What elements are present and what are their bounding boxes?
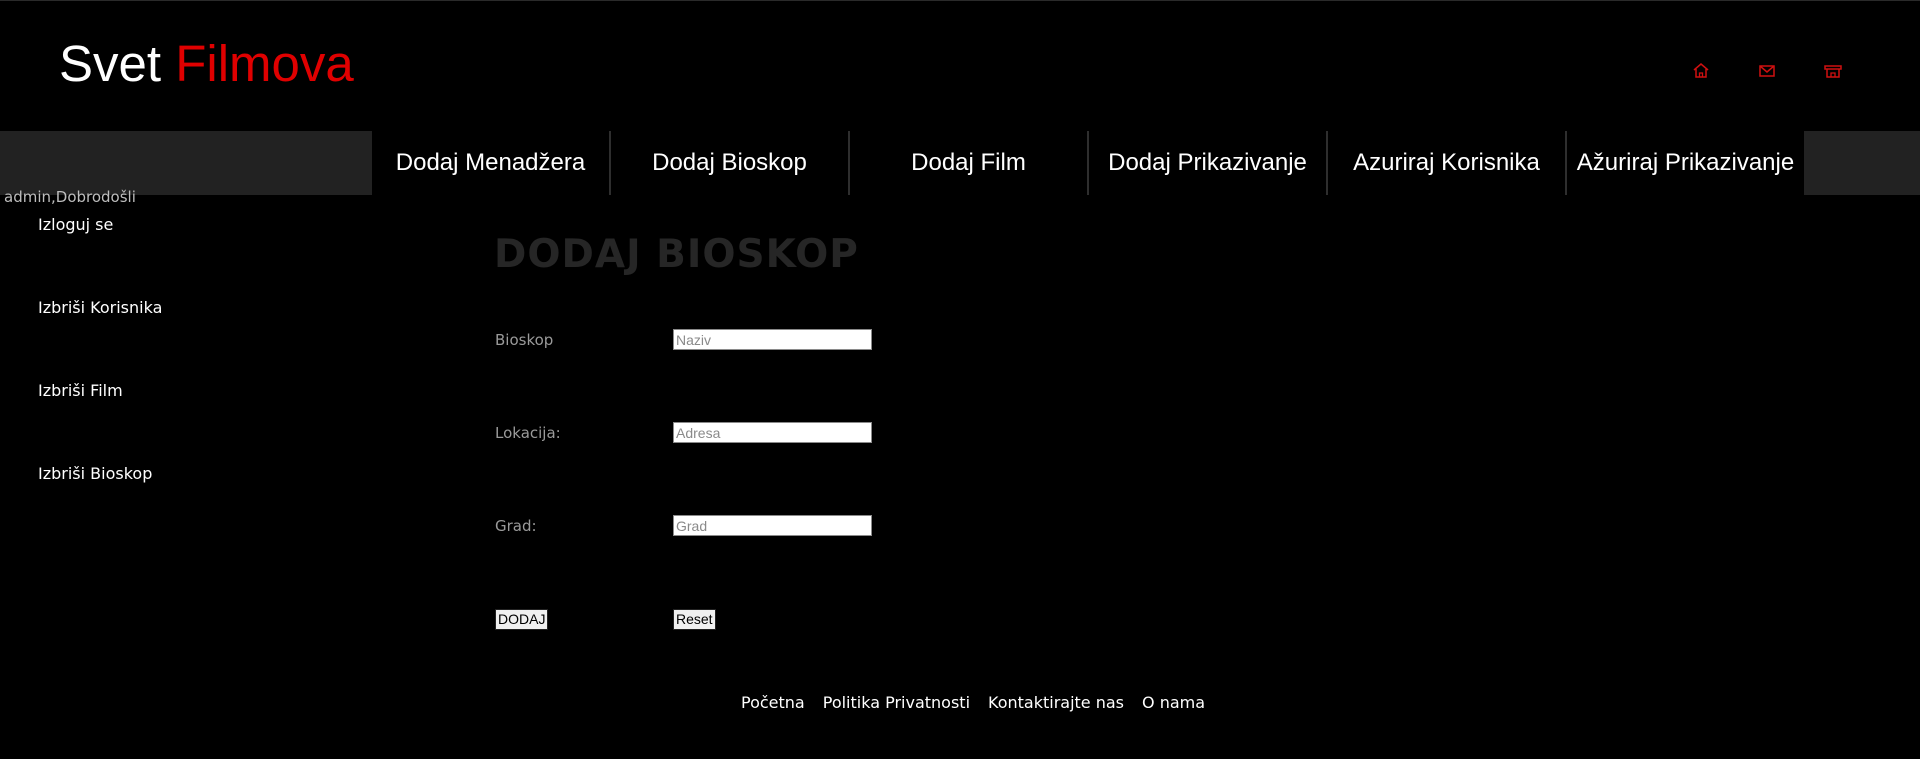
footer-link-about[interactable]: O nama [1142,693,1205,712]
sidebar-link-delete-film[interactable]: Izbriši Film [38,381,123,400]
address-input[interactable] [673,422,872,443]
footer-links: Početna Politika Privatnosti Kontaktiraj… [741,693,1205,712]
mail-icon[interactable] [1756,60,1778,82]
sidebar-link-delete-user[interactable]: Izbriši Korisnika [38,298,162,317]
nav-azuriraj-korisnika[interactable]: Azuriraj Korisnika [1326,131,1565,195]
label-bioskop: Bioskop [495,331,554,349]
nav-dodaj-prikazivanje[interactable]: Dodaj Prikazivanje [1087,131,1326,195]
reset-button[interactable]: Reset [673,609,716,630]
sidebar-link-delete-cinema[interactable]: Izbriši Bioskop [38,464,152,483]
page-title: DODAJ BIOSKOP [494,232,859,277]
welcome-text: admin,Dobrodošli [4,188,136,206]
top-border [0,0,1920,1]
label-grad: Grad: [495,517,537,535]
footer-link-home[interactable]: Početna [741,693,805,712]
site-logo[interactable]: Svet Filmova [59,34,354,94]
store-icon[interactable] [1822,60,1844,82]
logo-word-filmova: Filmova [175,35,354,92]
label-lokacija: Lokacija: [495,424,561,442]
nav-dodaj-menadzera[interactable]: Dodaj Menadžera [372,131,609,195]
add-button[interactable]: DODAJ [495,609,549,630]
nav-dodaj-bioskop[interactable]: Dodaj Bioskop [609,131,848,195]
header-icons [1690,60,1844,82]
footer-link-contact[interactable]: Kontaktirajte nas [988,693,1124,712]
footer-link-privacy[interactable]: Politika Privatnosti [823,693,970,712]
nav-dodaj-film[interactable]: Dodaj Film [848,131,1087,195]
bioskop-name-input[interactable] [673,329,872,350]
nav-azuriraj-prikazivanje[interactable]: Ažuriraj Prikazivanje [1565,131,1804,195]
city-input[interactable] [673,515,872,536]
sidebar-link-logout[interactable]: Izloguj se [38,215,113,234]
home-icon[interactable] [1690,60,1712,82]
logo-word-svet: Svet [59,35,162,92]
main-nav: Dodaj Menadžera Dodaj Bioskop Dodaj Film… [372,131,1804,195]
